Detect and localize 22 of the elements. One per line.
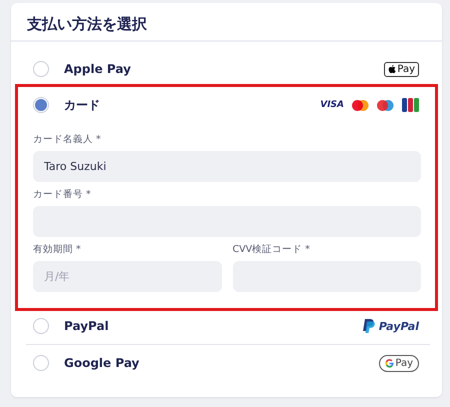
field-label: カード番号 * xyxy=(33,188,92,202)
radio-button[interactable] xyxy=(33,355,49,371)
input-field[interactable]: 月/年 xyxy=(33,261,222,292)
overlapping-circles-icon xyxy=(377,100,394,110)
radio-button[interactable] xyxy=(33,61,49,77)
panel-title: 支払い方法を選択 xyxy=(11,3,442,42)
apple-pay-logo: Pay xyxy=(384,62,419,76)
input-field[interactable]: Taro Suzuki xyxy=(33,151,421,182)
radio-button[interactable] xyxy=(33,97,49,113)
field-label: CVV検証コード * xyxy=(232,243,311,257)
option-label: PayPal xyxy=(64,319,110,333)
google-pay-logo: Pay xyxy=(379,354,419,372)
overlapping-circles-icon xyxy=(352,100,369,110)
option-label: Google Pay xyxy=(64,356,140,370)
paypal-logo: PayPal xyxy=(362,319,419,333)
striped-card-icon xyxy=(402,98,419,112)
option-label: Apple Pay xyxy=(64,62,132,76)
radio-button[interactable] xyxy=(33,318,49,334)
option-label: カード xyxy=(64,96,101,114)
field-label: カード名義人 * xyxy=(33,133,102,147)
field-label: 有効期間 * xyxy=(33,243,82,257)
visa-logo: VISA xyxy=(320,100,344,110)
